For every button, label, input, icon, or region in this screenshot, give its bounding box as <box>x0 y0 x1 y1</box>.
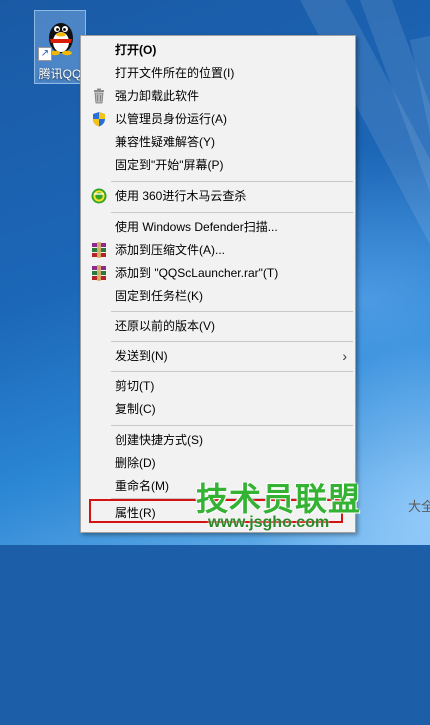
menu-item-delete[interactable]: 删除(D) <box>83 452 353 474</box>
menu-item-label: 使用 Windows Defender扫描... <box>115 220 278 234</box>
menu-separator <box>111 311 353 312</box>
desktop-icon-label: 腾讯QQ <box>38 67 82 81</box>
menu-item-label: 打开文件所在的位置(I) <box>115 66 235 80</box>
trash-can-icon <box>91 88 107 104</box>
menu-item-open[interactable]: 打开(O) <box>83 39 353 61</box>
menu-separator <box>111 212 353 213</box>
menu-item-label: 创建快捷方式(S) <box>115 433 203 447</box>
menu-separator <box>111 425 353 426</box>
winrar-books-icon <box>91 265 107 281</box>
menu-item-label: 添加到 "QQScLauncher.rar"(T) <box>115 266 279 280</box>
menu-item-restore-previous-versions[interactable]: 还原以前的版本(V) <box>83 315 353 337</box>
menu-separator <box>111 181 353 182</box>
menu-item-label: 发送到(N) <box>115 349 168 363</box>
menu-item-copy[interactable]: 复制(C) <box>83 398 353 420</box>
menu-item-add-to-rar[interactable]: 添加到 "QQScLauncher.rar"(T) <box>83 262 353 284</box>
menu-item-open-file-location[interactable]: 打开文件所在的位置(I) <box>83 62 353 84</box>
menu-item-defender-scan[interactable]: 使用 Windows Defender扫描... <box>83 216 353 238</box>
chevron-right-icon: › <box>342 348 347 364</box>
context-menu: 打开(O) 打开文件所在的位置(I) 强力卸载此软件 以管理员身份运行(A) 兼 <box>80 35 356 533</box>
shortcut-arrow-icon: ↗ <box>38 47 52 61</box>
menu-item-compatibility-troubleshoot[interactable]: 兼容性疑难解答(Y) <box>83 131 353 153</box>
360-logo-icon <box>91 188 107 204</box>
menu-item-cut[interactable]: 剪切(T) <box>83 375 353 397</box>
menu-item-pin-to-start[interactable]: 固定到"开始"屏幕(P) <box>83 154 353 176</box>
menu-item-label: 兼容性疑难解答(Y) <box>115 135 215 149</box>
menu-item-label: 还原以前的版本(V) <box>115 319 215 333</box>
menu-separator <box>111 341 353 342</box>
uac-shield-icon <box>91 111 107 127</box>
menu-item-label: 固定到任务栏(K) <box>115 289 203 303</box>
menu-item-label: 固定到"开始"屏幕(P) <box>115 158 224 172</box>
menu-item-label: 删除(D) <box>115 456 156 470</box>
menu-item-label: 以管理员身份运行(A) <box>115 112 227 126</box>
winrar-books-icon <box>91 242 107 258</box>
menu-item-label: 添加到压缩文件(A)... <box>115 243 225 257</box>
menu-item-pin-to-taskbar[interactable]: 固定到任务栏(K) <box>83 285 353 307</box>
menu-item-label: 打开(O) <box>115 43 157 57</box>
menu-separator <box>111 371 353 372</box>
watermark-url: www.jsgho.com <box>208 514 330 531</box>
watermark-extra: 大全 <box>408 499 430 514</box>
menu-item-label: 剪切(T) <box>115 379 155 393</box>
menu-item-send-to[interactable]: 发送到(N) › <box>83 345 353 367</box>
menu-item-label: 复制(C) <box>115 402 156 416</box>
menu-item-label: 重命名(M) <box>115 479 169 493</box>
menu-item-360-scan[interactable]: 使用 360进行木马云查杀 <box>83 185 353 207</box>
menu-item-label: 强力卸载此软件 <box>115 89 200 103</box>
menu-item-label: 使用 360进行木马云查杀 <box>115 189 247 203</box>
menu-item-force-uninstall[interactable]: 强力卸载此软件 <box>83 85 353 107</box>
menu-item-run-as-admin[interactable]: 以管理员身份运行(A) <box>83 108 353 130</box>
desktop-icon-qq[interactable]: ↗ 腾讯QQ <box>34 10 86 84</box>
menu-item-create-shortcut[interactable]: 创建快捷方式(S) <box>83 429 353 451</box>
menu-item-add-to-archive[interactable]: 添加到压缩文件(A)... <box>83 239 353 261</box>
